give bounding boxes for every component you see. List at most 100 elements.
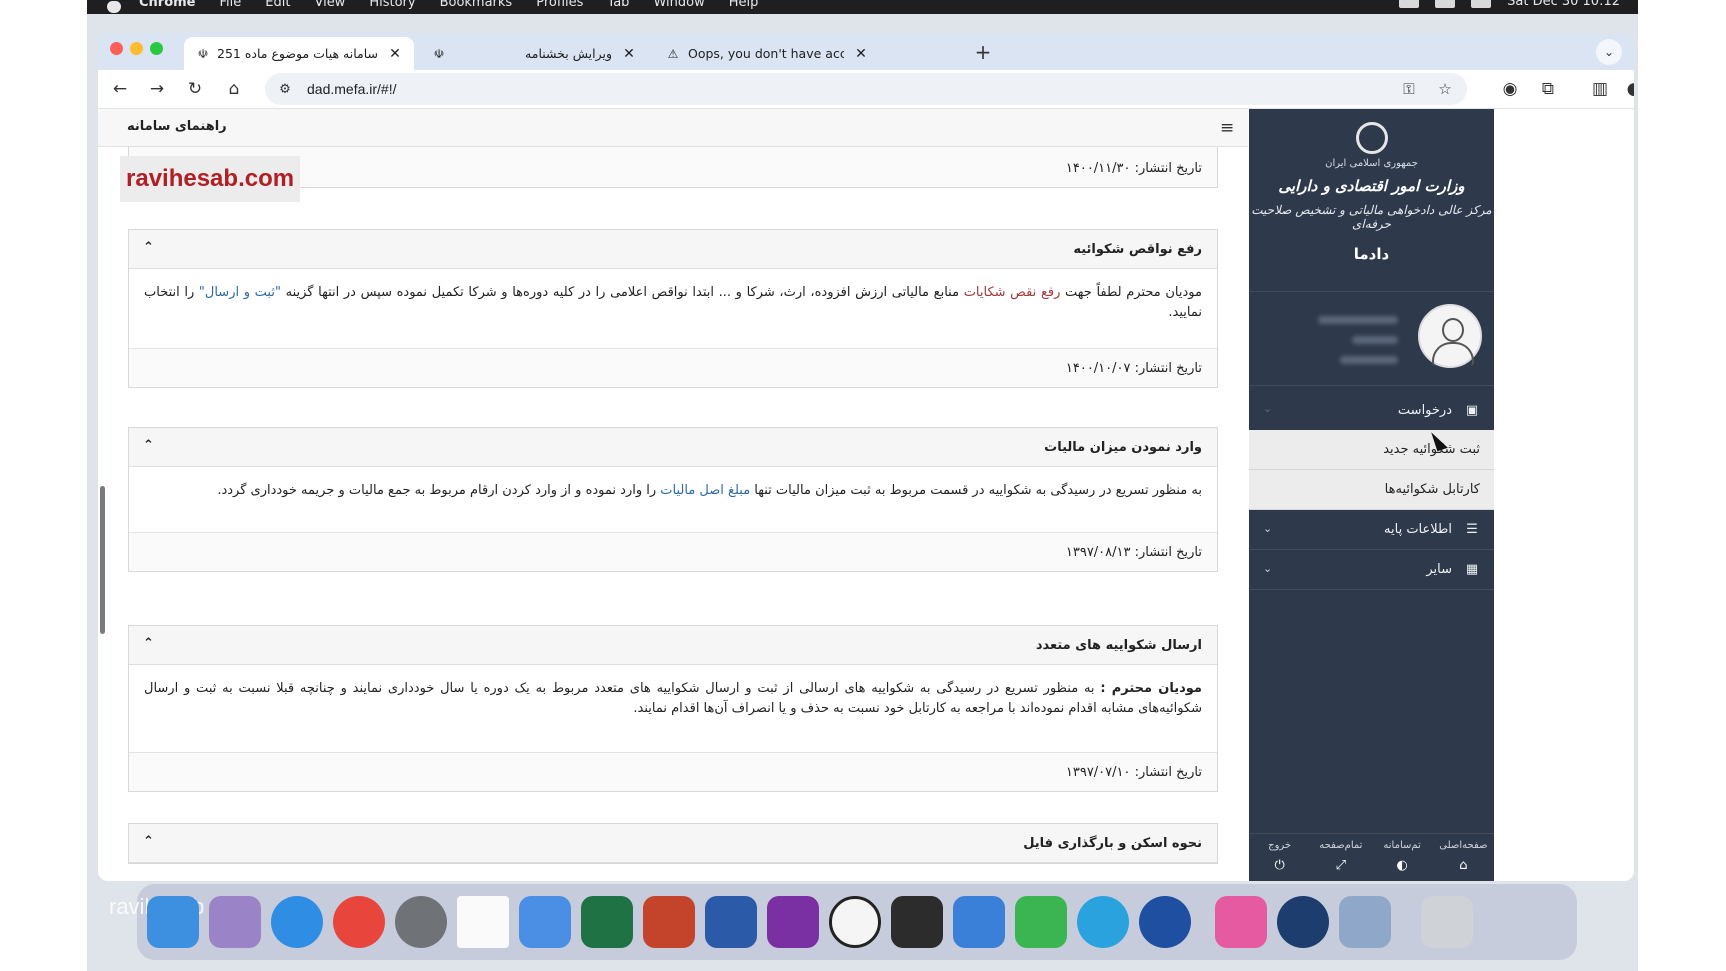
trash-icon[interactable] bbox=[1421, 896, 1473, 948]
bookmark-star-icon[interactable]: ☆ bbox=[1433, 77, 1457, 101]
nav-new-complaint[interactable]: ثبت شکوائیه جدید bbox=[1249, 430, 1494, 470]
home-button[interactable]: صفحه‌اصلی ⌂ bbox=[1433, 834, 1494, 881]
close-tab-icon[interactable]: ✕ bbox=[622, 46, 636, 62]
close-tab-icon[interactable]: ✕ bbox=[388, 46, 402, 62]
emblem-favicon-icon: ☫ bbox=[433, 46, 445, 61]
app-icon[interactable] bbox=[1215, 896, 1267, 948]
fullscreen-button[interactable]: تمام‌صفحه ⤢ bbox=[1310, 834, 1371, 881]
card-header[interactable]: ارسال شکواییه های متعدد ⌃ bbox=[129, 626, 1217, 665]
back-arrow-icon[interactable]: ← bbox=[108, 77, 132, 101]
mac-menubar: Chrome File Edit View History Bookmarks … bbox=[87, 0, 1638, 14]
publish-date-text: تاریخ انتشار: ۱۴۰۰/۱۰/۰۷ bbox=[1065, 360, 1202, 376]
launchpad-icon[interactable] bbox=[209, 896, 261, 948]
theme-button[interactable]: تم‌سامانه ◐ bbox=[1372, 834, 1433, 881]
numbers-icon[interactable] bbox=[1015, 896, 1067, 948]
zoom-window-icon[interactable] bbox=[150, 42, 163, 55]
announcement-card: وارد نمودن میزان مالیات ⌃ به منظور تسریع… bbox=[128, 427, 1218, 572]
card-title: نحوه اسکن و بارگذاری فایل bbox=[1023, 835, 1202, 851]
card-header[interactable]: نحوه اسکن و بارگذاری فایل ⌃ bbox=[129, 824, 1217, 863]
document-icon: ▣ bbox=[1465, 402, 1479, 418]
tab-oops[interactable]: ⚠ Oops, you don't have access ✕ bbox=[654, 37, 880, 70]
nav-complaints-cartable[interactable]: کارتابل شکوائیه‌ها bbox=[1249, 470, 1494, 510]
browser-window: ☫ سامانه هیات موضوع ماده 251 مکر ✕ ☫ ویر… bbox=[98, 33, 1634, 881]
system-settings-icon[interactable] bbox=[395, 896, 447, 948]
safari-icon[interactable] bbox=[271, 896, 323, 948]
collapse-chevron-icon[interactable]: ⌃ bbox=[143, 240, 154, 255]
excel-icon[interactable] bbox=[581, 896, 633, 948]
system-guide-link[interactable]: راهنمای سامانه bbox=[127, 119, 227, 134]
brand-name: دادما bbox=[1353, 245, 1390, 263]
battery-icon[interactable] bbox=[1471, 0, 1492, 8]
finder-icon[interactable] bbox=[147, 896, 199, 948]
announcement-card: نحوه اسکن و بارگذاری فایل ⌃ bbox=[128, 823, 1218, 864]
footer-label: تمام‌صفحه bbox=[1319, 840, 1363, 851]
keynote-icon[interactable] bbox=[953, 896, 1005, 948]
card-header[interactable]: وارد نمودن میزان مالیات ⌃ bbox=[129, 428, 1217, 467]
menu-edit[interactable]: Edit bbox=[265, 0, 290, 10]
camera-icon[interactable]: ◉ bbox=[1498, 77, 1522, 101]
status-icon[interactable] bbox=[1435, 0, 1456, 8]
collapse-chevron-icon[interactable]: ⌃ bbox=[143, 636, 154, 651]
url-text[interactable]: dad.mefa.ir/#!/ bbox=[307, 81, 397, 97]
reload-icon[interactable]: ↻ bbox=[183, 77, 207, 101]
word-icon[interactable] bbox=[705, 896, 757, 948]
apple-icon[interactable] bbox=[107, 1, 121, 13]
powerpoint-icon[interactable] bbox=[643, 896, 695, 948]
nav-other[interactable]: ▦ سایر ⌄ bbox=[1249, 550, 1494, 590]
telegram-icon[interactable] bbox=[1077, 896, 1129, 948]
nav-base-info[interactable]: ☰ اطلاعات پایه ⌄ bbox=[1249, 510, 1494, 550]
minimize-window-icon[interactable] bbox=[130, 42, 143, 55]
profile-avatar-icon[interactable]: ● bbox=[1622, 77, 1634, 101]
easy-notepad-icon[interactable] bbox=[457, 896, 509, 948]
emblem-favicon-icon: ☫ bbox=[197, 46, 209, 61]
menubar-clock[interactable]: Sat Dec 30 10:12 bbox=[1507, 0, 1620, 9]
close-window-icon[interactable] bbox=[110, 42, 123, 55]
body-text: به منظور تسریع در رسیدگی به شکواییه های … bbox=[144, 681, 1202, 716]
app-icon[interactable] bbox=[519, 896, 571, 948]
mac-dock: ravihesab bbox=[109, 884, 1577, 960]
tab-title: سامانه هیات موضوع ماده 251 مکر bbox=[218, 46, 378, 61]
tab-search-chevron-icon[interactable]: ⌄ bbox=[1596, 39, 1622, 65]
uc-app-icon[interactable] bbox=[1139, 896, 1191, 948]
list-icon: ☰ bbox=[1466, 522, 1478, 537]
menu-history[interactable]: History bbox=[369, 0, 415, 10]
collapse-chevron-icon[interactable]: ⌃ bbox=[143, 438, 154, 453]
forward-arrow-icon[interactable]: → bbox=[145, 77, 169, 101]
site-settings-icon[interactable]: ⚙ bbox=[275, 82, 295, 97]
scrollbar-thumb[interactable] bbox=[100, 486, 105, 634]
hamburger-menu-icon[interactable]: ≡ bbox=[1220, 118, 1234, 138]
redacted-user-id bbox=[1352, 336, 1398, 344]
tab-active[interactable]: ☫ سامانه هیات موضوع ماده 251 مکر ✕ bbox=[184, 37, 414, 70]
clock-icon[interactable] bbox=[829, 896, 881, 948]
tab-edit-circular[interactable]: ☫ ویرایش بخشنامه ✕ bbox=[420, 37, 648, 70]
logout-button[interactable]: خروج ⏻ bbox=[1249, 834, 1310, 881]
home-icon[interactable]: ⌂ bbox=[222, 77, 246, 101]
key-icon[interactable]: ⚿ bbox=[1397, 77, 1421, 101]
side-panel-icon[interactable]: ▥ bbox=[1588, 77, 1612, 101]
close-tab-icon[interactable]: ✕ bbox=[854, 46, 868, 62]
collapse-chevron-icon[interactable]: ⌃ bbox=[143, 834, 154, 849]
address-bar[interactable]: ⚙ dad.mefa.ir/#!/ ⚿ ☆ bbox=[265, 73, 1467, 105]
menu-tab[interactable]: Tab bbox=[607, 0, 629, 10]
left-letterbox bbox=[0, 0, 87, 971]
onenote-icon[interactable] bbox=[767, 896, 819, 948]
menu-view[interactable]: View bbox=[314, 0, 345, 10]
menu-bookmarks[interactable]: Bookmarks bbox=[440, 0, 513, 10]
menu-profiles[interactable]: Profiles bbox=[536, 0, 583, 10]
new-tab-icon[interactable]: + bbox=[971, 40, 995, 64]
calculator-icon[interactable] bbox=[891, 896, 943, 948]
menu-window[interactable]: Window bbox=[653, 0, 704, 10]
card-header[interactable]: رفع نواقص شکوائیه ⌃ bbox=[129, 230, 1217, 269]
chrome-icon[interactable] bbox=[333, 896, 385, 948]
menu-file[interactable]: File bbox=[220, 0, 242, 10]
preview-icon[interactable] bbox=[1339, 896, 1391, 948]
redacted-user-name bbox=[1318, 316, 1398, 324]
nav-requests[interactable]: ▣ درخواست ⌄ bbox=[1249, 390, 1494, 430]
menu-chrome[interactable]: Chrome bbox=[139, 0, 196, 10]
highlight-text: رفع نقص شکایات bbox=[963, 285, 1061, 300]
extensions-icon[interactable]: ⧉ bbox=[1536, 77, 1560, 101]
status-icon[interactable] bbox=[1399, 0, 1420, 8]
menu-help[interactable]: Help bbox=[729, 0, 759, 10]
card-title: وارد نمودن میزان مالیات bbox=[1044, 439, 1202, 455]
quicktime-icon[interactable] bbox=[1277, 896, 1329, 948]
